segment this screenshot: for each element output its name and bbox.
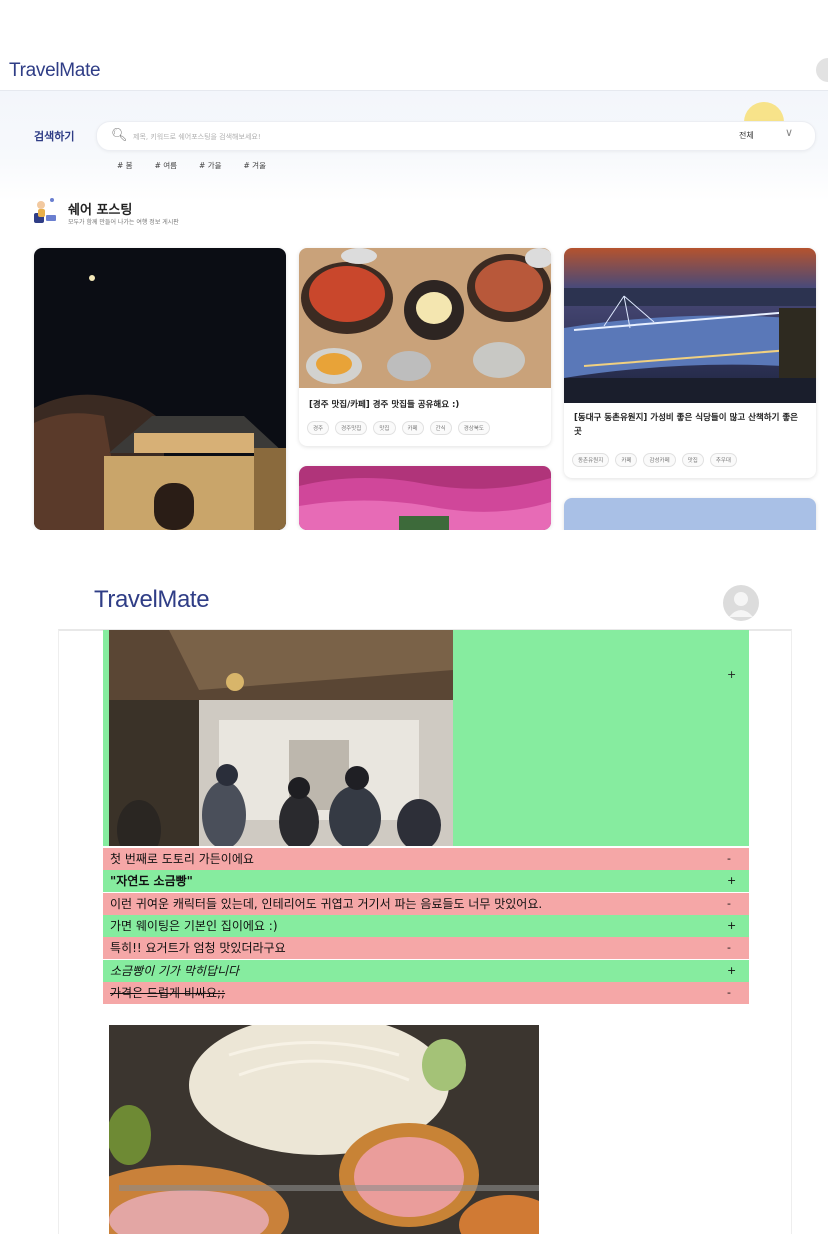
diff-sign-remove: - <box>727 852 731 865</box>
diff-sign-remove: - <box>727 941 731 955</box>
search-icon[interactable]: 🔍︎ <box>111 128 128 143</box>
search-label: 검색하기 <box>34 130 75 143</box>
brand-logo[interactable]: TravelMate <box>9 60 101 82</box>
chip: 동촌유원지 <box>572 453 610 467</box>
diff-line-removed: 가격은 드럽게 비싸요;; - <box>103 981 749 1004</box>
tag-winter[interactable]: # 겨울 <box>240 158 270 173</box>
diff-sign-add: + <box>727 963 737 977</box>
section-subtitle: 모두가 함께 만들어 나가는 여행 정보 게시판 <box>68 219 179 226</box>
fortress-night-photo <box>34 248 286 530</box>
diff-sign-add: + <box>727 874 737 888</box>
diff-line-text: 가면 웨이팅은 기본인 집이에요 :) <box>110 918 278 933</box>
diff-line-added: 소금빵이 기가 막히답니다 + <box>103 959 749 982</box>
chip: 경주맛집 <box>335 421 368 435</box>
food-table-photo <box>299 248 551 388</box>
diff-line-removed: 첫 번째로 도토리 가든이에요 - <box>103 848 749 870</box>
tag-spring[interactable]: # 봄 <box>113 158 137 173</box>
chip: 카페 <box>615 453 638 467</box>
post-card-title: [경주 맛집/카페] 경주 맛집들 공유해요 :) <box>309 400 460 410</box>
post-card[interactable] <box>299 466 551 530</box>
brand-logo[interactable]: TravelMate <box>94 586 210 614</box>
diff-line-text: 이런 귀여운 캐릭터들 있는데, 인테리어도 귀엽고 거기서 파는 음료들도 너… <box>110 896 543 911</box>
tag-summer[interactable]: # 여름 <box>151 158 181 173</box>
bridge-night-photo <box>564 248 816 403</box>
diff-sign-add: + <box>727 918 737 932</box>
diff-line-text: "자연도 소금빵" <box>110 874 193 889</box>
tonkatsu-photo <box>109 1025 539 1234</box>
diff-sign-add: + <box>727 668 737 681</box>
filter-select-value[interactable]: 전체 <box>739 130 754 141</box>
diff-line-text: 소금빵이 기가 막히답니다 <box>110 963 240 978</box>
post-card[interactable]: [경주 맛집/카페] 경주 맛집들 공유해요 :) 경주 경주맛집 맛집 카페 … <box>299 248 551 446</box>
diff-line-text: 가격은 드럽게 비싸요;; <box>110 985 226 1000</box>
season-tag-list: # 봄 # 여름 # 가을 # 겨울 <box>113 158 270 173</box>
diff-line-removed: 특히!! 요거트가 엄청 맛있더라구요 - <box>103 937 749 960</box>
post-card-chips: 동촌유원지 카페 감성카페 맛집 추우대 <box>572 453 737 467</box>
post-card[interactable] <box>564 498 816 530</box>
post-card[interactable]: [동대구 동촌유원지] 가성비 좋은 식당들이 많고 산책하기 좋은 곳 동촌유… <box>564 248 816 478</box>
section-title: 쉐어 포스팅 <box>68 203 133 218</box>
diff-sign-remove: - <box>727 896 731 910</box>
user-avatar-icon[interactable] <box>816 58 828 82</box>
bakery-entrance-photo <box>109 630 453 846</box>
post-card[interactable] <box>34 248 286 530</box>
diff-line-added: "자연도 소금빵" + <box>103 870 749 893</box>
diff-sign-remove: - <box>727 985 731 999</box>
diff-line-text: 첫 번째로 도토리 가든이에요 <box>110 852 254 866</box>
chip: 추우대 <box>709 453 737 467</box>
diff-line-removed: 이런 귀여운 캐릭터들 있는데, 인테리어도 귀엽고 거기서 파는 음료들도 너… <box>103 892 749 915</box>
chip: 맛집 <box>373 421 396 435</box>
post-card-title: [동대구 동촌유원지] 가성비 좋은 식당들이 많고 산책하기 좋은 곳 <box>574 413 798 437</box>
diff-line-text: 특히!! 요거트가 엄청 맛있더라구요 <box>110 941 286 956</box>
post-diff-screen: TravelMate + 첫 번째로 도토리 가든이에요 - "자연도 소금빵" + 이… <box>0 530 828 1234</box>
chip: 경주 <box>307 421 330 435</box>
post-card-chips: 경주 경주맛집 맛집 카페 간식 경상북도 <box>307 421 490 435</box>
chip: 카페 <box>401 421 424 435</box>
tag-autumn[interactable]: # 가을 <box>195 158 225 173</box>
chip: 간식 <box>429 421 452 435</box>
search-input[interactable] <box>131 126 695 148</box>
diff-line-added: 가면 웨이팅은 기본인 집이에요 :) + <box>103 914 749 937</box>
posting-list-screen: TravelMate 검색하기 🔍︎ 전체 ∨ # 봄 # 여름 # 가을 # … <box>0 0 828 530</box>
chip: 경상북도 <box>457 421 490 435</box>
user-avatar-icon[interactable] <box>723 585 759 621</box>
chip: 감성카페 <box>643 453 676 467</box>
search-bar: 🔍︎ 전체 ∨ <box>96 121 816 151</box>
flower-field-photo <box>299 466 551 530</box>
share-posting-illustration <box>34 198 56 223</box>
chip: 맛집 <box>681 453 704 467</box>
chevron-down-icon[interactable]: ∨ <box>785 126 793 139</box>
